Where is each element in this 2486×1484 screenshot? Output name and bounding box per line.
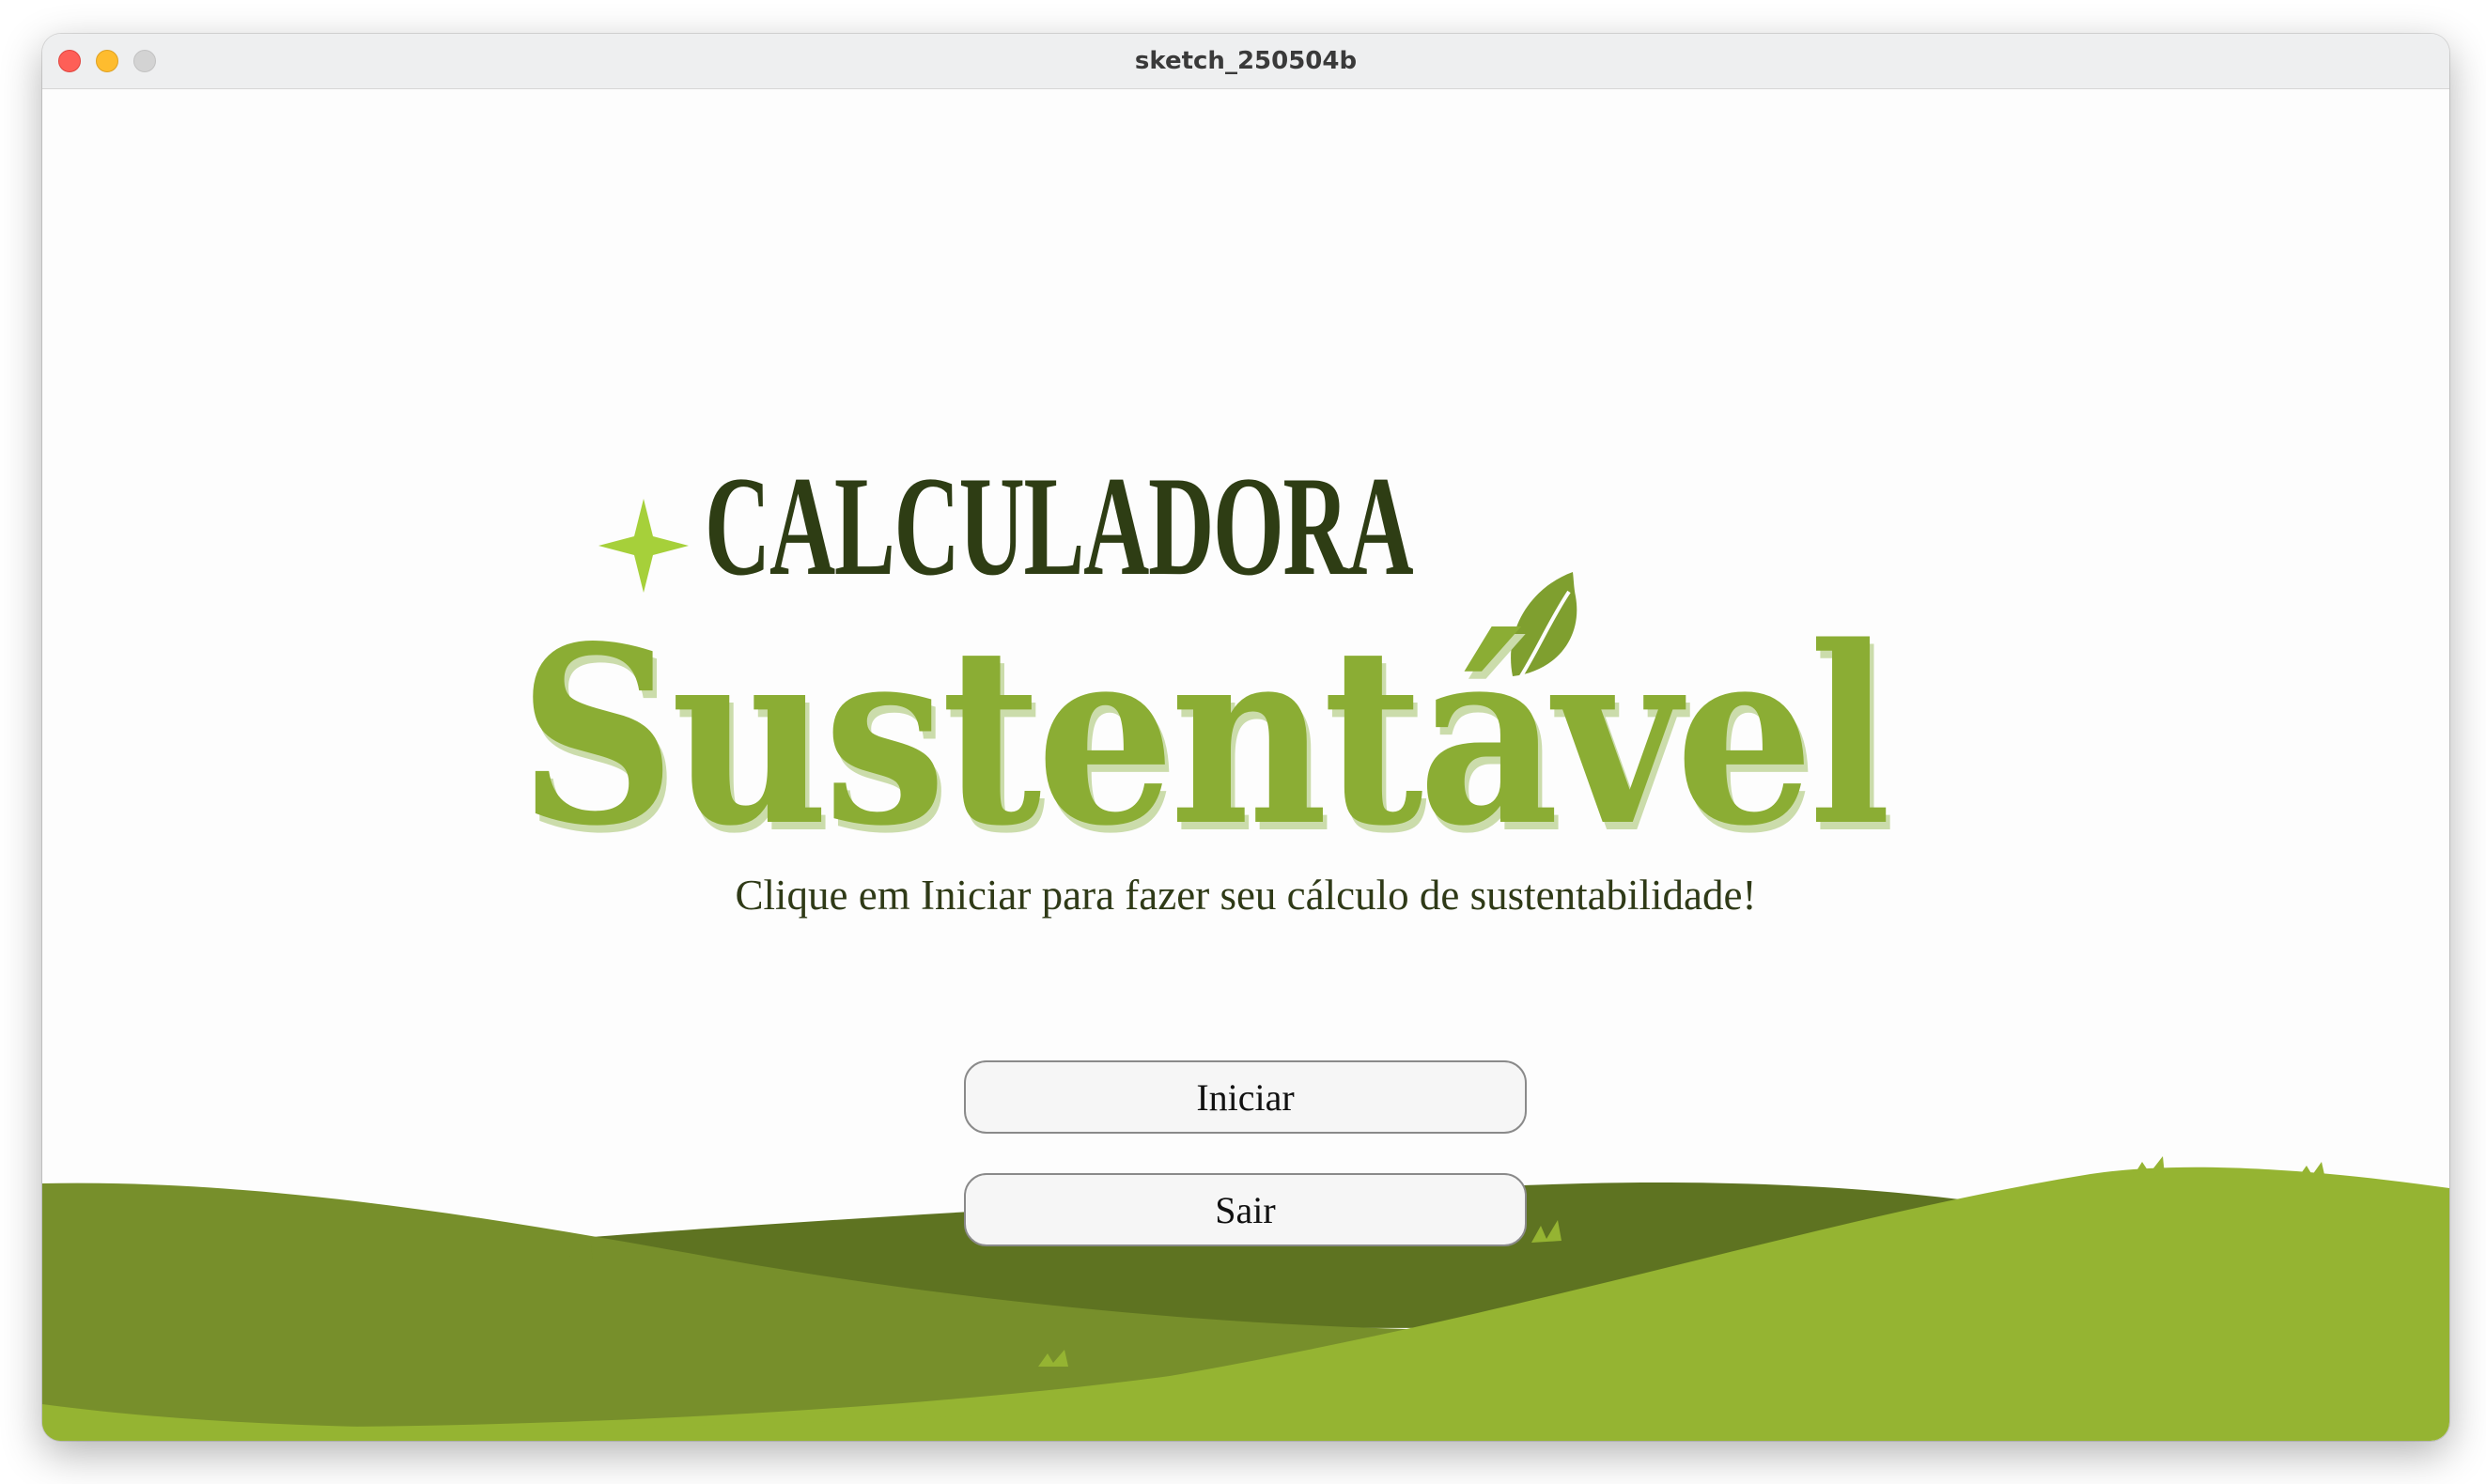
exit-button[interactable]: Sair [964, 1173, 1527, 1246]
window-title: sketch_250504b [1134, 47, 1358, 75]
logo-word: Sustentável [519, 594, 1891, 880]
title-bar: sketch_250504b [42, 34, 2449, 89]
app-window: sketch_250504b CALCULADORA Sustentável C… [42, 34, 2449, 1441]
sketch-canvas: CALCULADORA Sustentável Clique em Inicia… [42, 89, 2449, 1441]
subtitle-text: Clique em Iniciar para fazer seu cálculo… [735, 872, 1757, 919]
start-button[interactable]: Iniciar [964, 1060, 1527, 1134]
